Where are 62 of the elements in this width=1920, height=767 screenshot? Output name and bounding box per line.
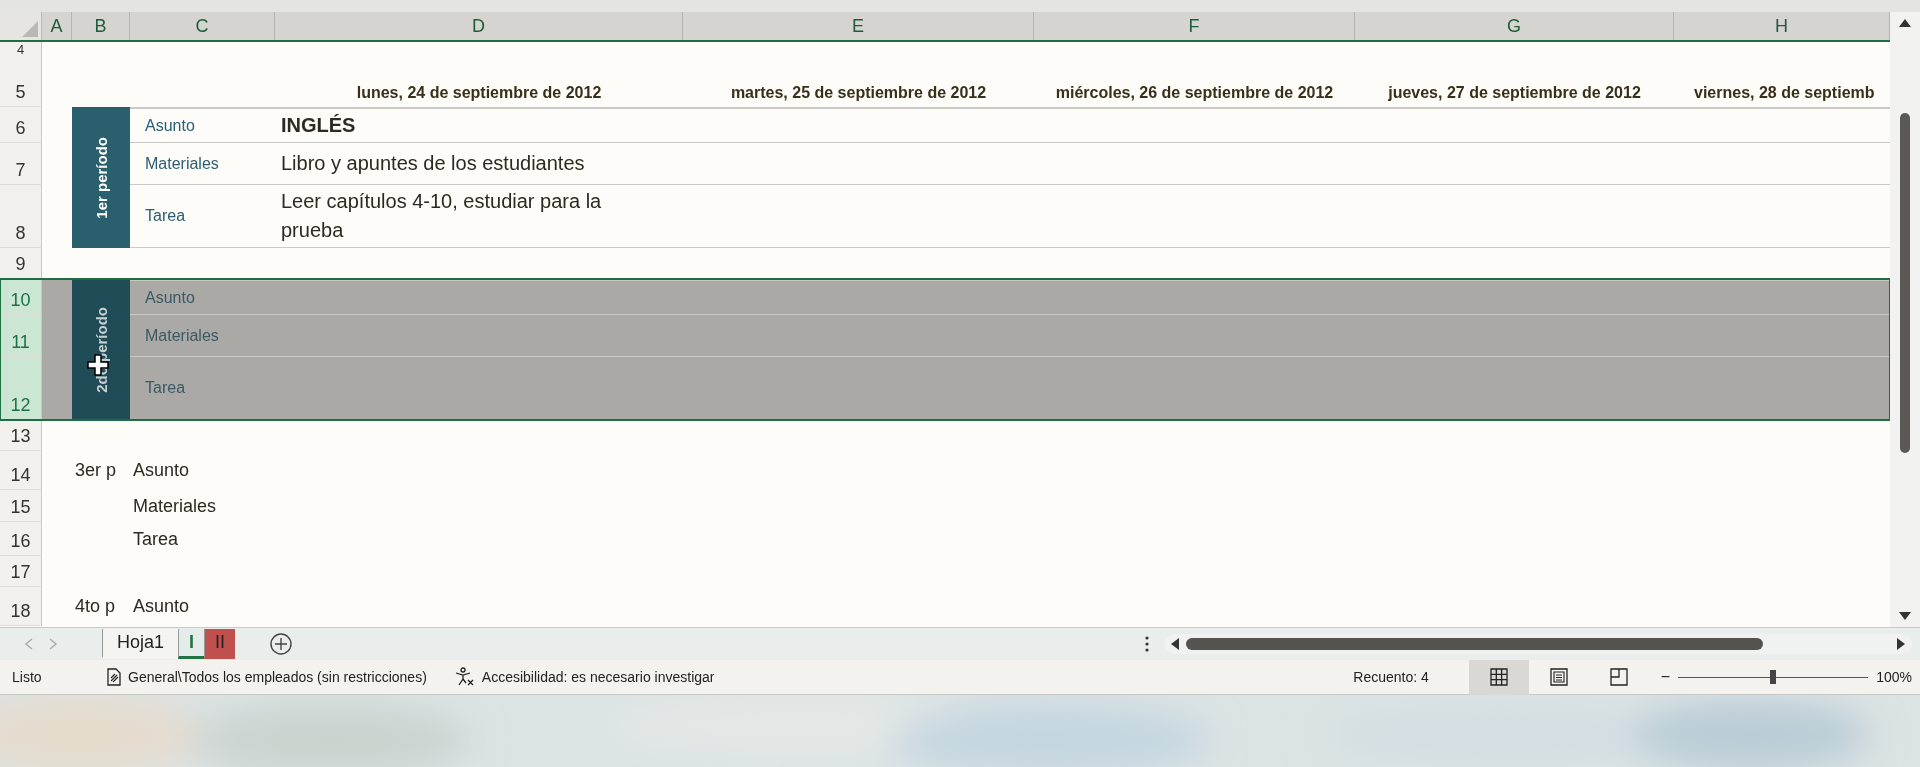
date-header: martes, 25 de septiembre de 2012 [729,83,988,103]
scroll-thumb[interactable] [1186,638,1764,650]
row-header[interactable]: 9 [0,248,42,279]
row-header[interactable]: 11 [0,315,42,357]
row-header[interactable]: 7 [0,143,42,185]
column-header[interactable]: E [683,12,1034,40]
date-header: lunes, 24 de septiembre de 2012 [355,83,603,103]
scroll-right-icon[interactable] [1896,637,1906,651]
table-cell: INGLÉS [275,107,683,143]
zoom-level[interactable]: 100% [1876,669,1912,685]
column-header[interactable]: A [42,12,72,40]
normal-view-button[interactable] [1468,659,1529,695]
date-header: jueves, 27 de septiembre de 2012 [1387,83,1642,103]
period-label: 1er período [72,107,130,248]
row-header[interactable]: 8 [0,185,42,248]
document-icon[interactable] [107,668,121,686]
scroll-up-icon[interactable] [1898,18,1912,28]
column-header[interactable]: B [72,12,130,40]
field-label: Asunto [132,595,191,618]
row-header[interactable]: 18 [0,587,42,626]
zoom-out-button[interactable]: − [1660,668,1671,686]
sheet-tab[interactable]: Hoja1 [102,629,179,659]
period-label: 3er p [74,459,118,482]
row-header[interactable]: 12 [0,357,42,420]
field-label: Materiales [132,494,218,518]
accessibility-status[interactable]: Accesibilidad: es necesario investigar [481,669,715,685]
scroll-left-icon[interactable] [1170,637,1180,651]
sheet-tab[interactable]: I [178,629,205,659]
column-header[interactable]: G [1355,12,1674,40]
field-label: Asunto [132,459,191,482]
row-header[interactable]: 6 [0,107,42,143]
column-header[interactable]: D [275,12,683,40]
sensitivity-label[interactable]: General\Todos los empleados (sin restricciones) [128,669,427,685]
scroll-down-icon[interactable] [1898,611,1912,621]
count-summary: Recuento: 4 [1353,669,1429,685]
page-icon [1549,668,1568,686]
field-label: Tarea [130,357,275,420]
field-label: Tarea [132,527,180,551]
period-label: 4to p [74,595,117,618]
table-cell: Libro y apuntes de los estudiantes [275,143,683,185]
row-header[interactable]: 5 [0,57,42,107]
more-options-icon[interactable] [1144,635,1150,653]
add-sheet-icon[interactable] [269,632,294,656]
column-header[interactable]: C [130,12,275,40]
row-header[interactable]: 16 [0,522,42,556]
grid-icon [1489,668,1508,686]
field-label: Materiales [130,315,275,357]
table-cell: Leer capítulos 4-10, estudiar para la prueba [275,185,683,248]
scroll-thumb[interactable] [1900,113,1910,453]
row-header[interactable]: 4 [0,42,42,58]
page-break-icon [1609,668,1628,686]
date-header: viernes, 28 de septiemb [1693,83,1876,103]
row-header[interactable]: 17 [0,556,42,587]
row-header[interactable]: 13 [0,420,42,451]
date-header: miércoles, 26 de septiembre de 2012 [1054,83,1335,103]
accessibility-icon[interactable] [454,667,475,687]
row-header[interactable]: 10 [0,279,42,315]
column-header[interactable]: F [1034,12,1355,40]
row-header[interactable]: 15 [0,490,42,522]
row-header[interactable]: 14 [0,451,42,490]
field-label: Asunto [130,279,275,315]
status-text: Listo [12,669,43,685]
